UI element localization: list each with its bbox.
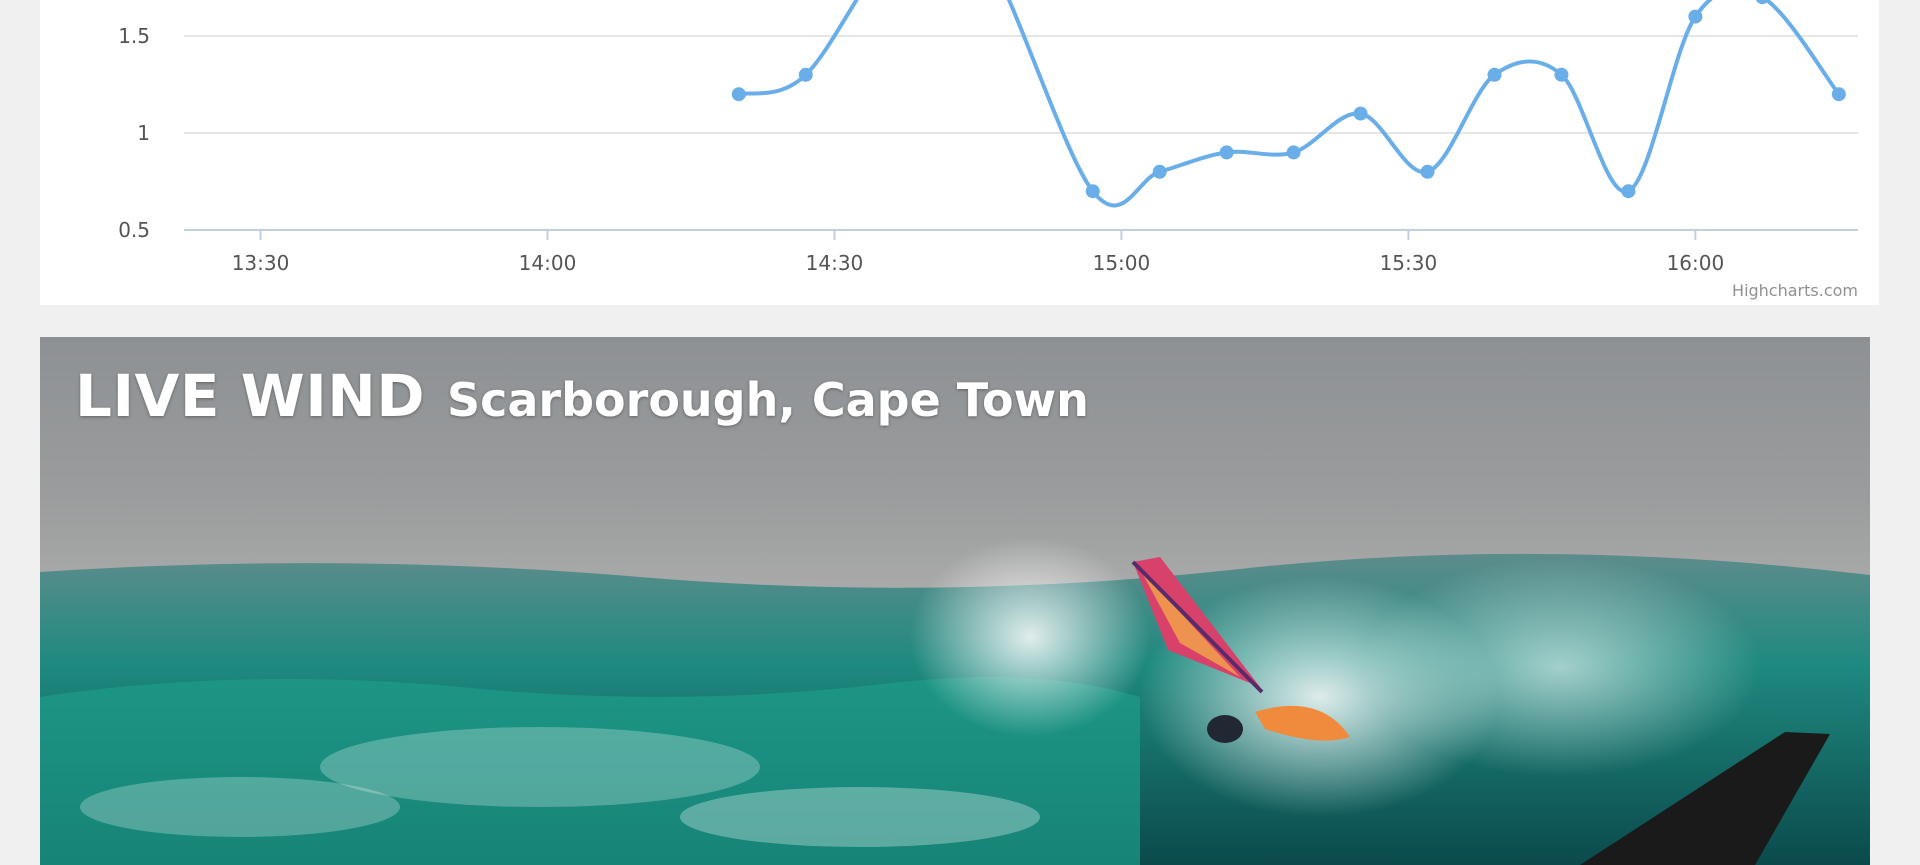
location-subtitle: Scarborough, Cape Town: [446, 373, 1089, 427]
data-point[interactable]: [1831, 87, 1846, 102]
data-point[interactable]: [1487, 67, 1502, 82]
data-point[interactable]: [1152, 164, 1167, 179]
x-tick-label: 13:30: [232, 251, 290, 275]
data-point[interactable]: [1085, 184, 1100, 199]
x-tick-label: 14:30: [806, 251, 864, 275]
x-tick-label: 16:00: [1667, 251, 1725, 275]
live-wind-heading: LIVE WIND: [75, 362, 425, 430]
x-tick-label: 15:00: [1093, 251, 1151, 275]
wind-series-line: [738, 0, 1841, 208]
wind-chart-card: 1.5 1 0.5 13:30 14:00 14:30 15:00 15:30 16:00 Hi…: [40, 0, 1879, 305]
hero-title: LIVE WIND Scarborough, Cape Town: [75, 362, 1089, 430]
data-point[interactable]: [798, 67, 813, 82]
data-point[interactable]: [731, 87, 746, 102]
y-tick-label: 1: [137, 121, 150, 145]
highcharts-credit[interactable]: Highcharts.com: [1732, 281, 1858, 300]
grid-lines: [184, 35, 1858, 134]
wind-line-chart: 1.5 1 0.5 13:30 14:00 14:30 15:00 15:30 16:00 Hi…: [118, 0, 1858, 300]
data-point[interactable]: [1286, 145, 1301, 160]
x-tick-label: 14:00: [519, 251, 577, 275]
data-point[interactable]: [1755, 0, 1769, 5]
data-point[interactable]: [1353, 106, 1368, 121]
wind-series[interactable]: [731, 0, 1846, 208]
data-point[interactable]: [1554, 67, 1569, 82]
data-point[interactable]: [1219, 145, 1234, 160]
data-point[interactable]: [1420, 164, 1435, 179]
y-tick-label: 1.5: [118, 24, 150, 48]
data-point[interactable]: [1688, 9, 1703, 24]
live-wind-banner: LIVE WIND Scarborough, Cape Town: [40, 337, 1870, 865]
y-tick-label: 0.5: [118, 218, 150, 242]
data-point[interactable]: [1621, 184, 1636, 199]
x-tick-label: 15:30: [1380, 251, 1438, 275]
